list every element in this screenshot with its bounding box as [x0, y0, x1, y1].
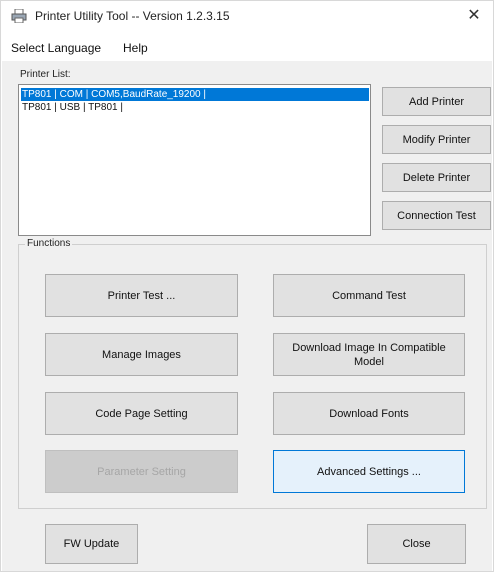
command-test-button[interactable]: Command Test [273, 274, 465, 317]
code-page-setting-button[interactable]: Code Page Setting [45, 392, 238, 435]
printer-icon [11, 9, 27, 23]
download-image-button[interactable]: Download Image In Compatible Model [273, 333, 465, 376]
delete-printer-button[interactable]: Delete Printer [382, 163, 491, 192]
advanced-settings-button[interactable]: Advanced Settings ... [273, 450, 465, 493]
printer-utility-window: Printer Utility Tool -- Version 1.2.3.15… [0, 0, 494, 572]
manage-images-button[interactable]: Manage Images [45, 333, 238, 376]
list-item[interactable]: TP801 | COM | COM5,BaudRate_19200 | [21, 88, 369, 101]
close-button[interactable]: Close [367, 524, 466, 564]
fw-update-button[interactable]: FW Update [45, 524, 138, 564]
functions-group-title: Functions [25, 238, 73, 249]
menu-select-language[interactable]: Select Language [11, 41, 101, 55]
add-printer-button[interactable]: Add Printer [382, 87, 491, 116]
printer-list-label: Printer List: [20, 69, 71, 80]
parameter-setting-button[interactable]: Parameter Setting [45, 450, 238, 493]
download-fonts-button[interactable]: Download Fonts [273, 392, 465, 435]
modify-printer-button[interactable]: Modify Printer [382, 125, 491, 154]
menu-bar: Select Language Help [1, 37, 493, 59]
window-title: Printer Utility Tool -- Version 1.2.3.15 [35, 9, 230, 23]
menu-help[interactable]: Help [123, 41, 148, 55]
title-bar: Printer Utility Tool -- Version 1.2.3.15… [1, 1, 493, 33]
close-icon[interactable]: ✕ [463, 5, 485, 27]
printer-test-button[interactable]: Printer Test ... [45, 274, 238, 317]
list-item[interactable]: TP801 | USB | TP801 | [21, 101, 123, 114]
printer-list[interactable]: TP801 | COM | COM5,BaudRate_19200 | TP80… [18, 84, 371, 236]
connection-test-button[interactable]: Connection Test [382, 201, 491, 230]
